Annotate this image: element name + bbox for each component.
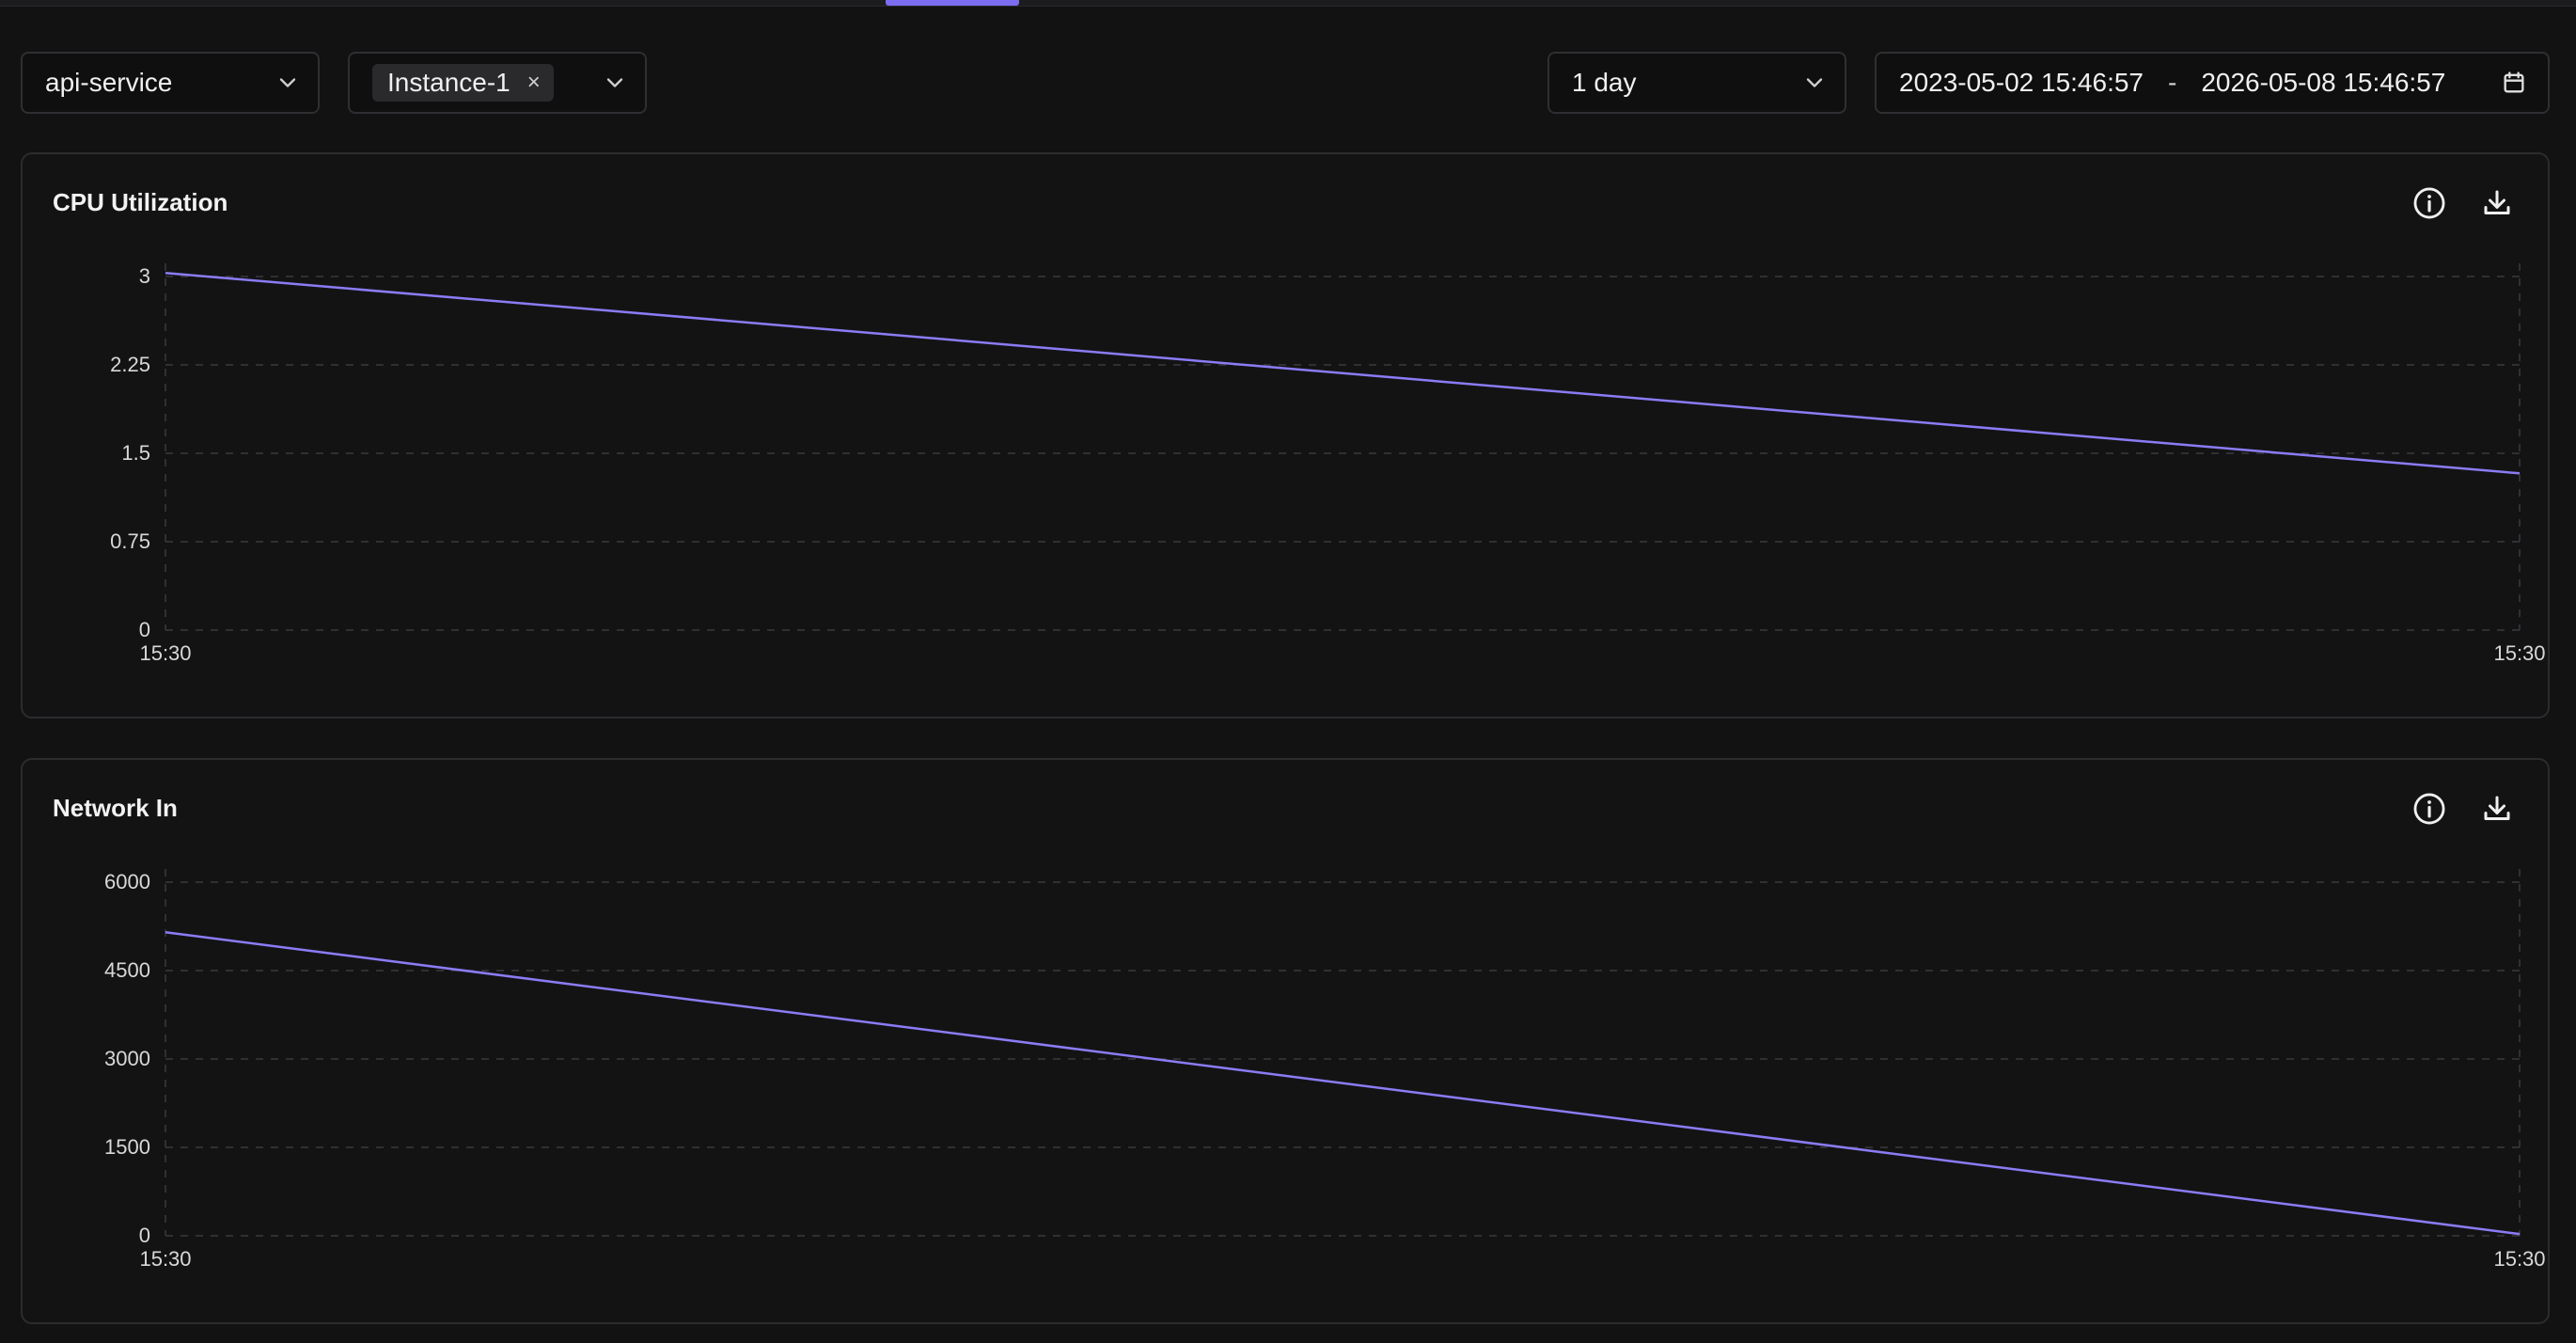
y-tick-label: 3000 [104,1047,150,1070]
chart-title: CPU Utilization [53,188,228,216]
network-in-chart: 0 1500 3000 4500 6000 15:30 15:30 [104,869,2546,1271]
y-tick-label: 6000 [104,870,150,893]
y-tick-label: 0 [139,1224,150,1247]
info-icon[interactable] [2409,182,2450,224]
chevron-down-icon [1801,70,1828,96]
instance-chip: Instance-1 × [372,64,554,102]
chart-title: Network In [53,794,178,822]
y-tick-label: 0 [139,618,150,641]
range-separator: - [2168,68,2177,97]
service-select[interactable]: api-service [21,52,320,114]
instance-chip-label: Instance-1 [387,68,510,97]
cpu-utilization-card: CPU Utilization 0 0.75 1.5 2.25 3 15:30 15:30 [21,152,2550,719]
download-icon[interactable] [2476,788,2518,830]
top-nav-border [0,0,2576,7]
interval-select[interactable]: 1 day [1547,52,1846,114]
y-tick-label: 3 [139,264,150,288]
chevron-down-icon [275,70,301,96]
range-end[interactable]: 2026-05-08 15:46:57 [2201,68,2445,98]
info-icon[interactable] [2409,788,2450,830]
y-tick-label: 1500 [104,1135,150,1159]
series-line [165,271,2521,475]
x-tick-label: 15:30 [2493,1247,2545,1271]
download-icon[interactable] [2476,182,2518,224]
y-tick-label: 2.25 [110,353,150,376]
active-tab-indicator [886,0,1019,6]
y-tick-label: 4500 [104,958,150,982]
chip-remove-icon[interactable]: × [527,71,541,94]
interval-select-value: 1 day [1572,68,1637,97]
y-tick-label: 0.75 [110,529,150,553]
series-line [165,931,2521,1236]
instance-select[interactable]: Instance-1 × [348,52,647,114]
chevron-down-icon [602,70,628,96]
calendar-icon[interactable] [2501,70,2527,96]
x-tick-label: 15:30 [139,641,191,665]
y-tick-label: 1.5 [121,441,150,465]
network-in-card: Network In 0 1500 3000 4500 6000 15:30 15:30 [21,758,2550,1324]
x-tick-label: 15:30 [2493,641,2545,665]
service-select-value: api-service [45,68,173,97]
x-tick-label: 15:30 [139,1247,191,1271]
range-start[interactable]: 2023-05-02 15:46:57 [1899,68,2144,98]
cpu-utilization-chart: 0 0.75 1.5 2.25 3 15:30 15:30 [110,263,2546,665]
date-range-picker[interactable]: 2023-05-02 15:46:57 - 2026-05-08 15:46:5… [1875,52,2550,114]
